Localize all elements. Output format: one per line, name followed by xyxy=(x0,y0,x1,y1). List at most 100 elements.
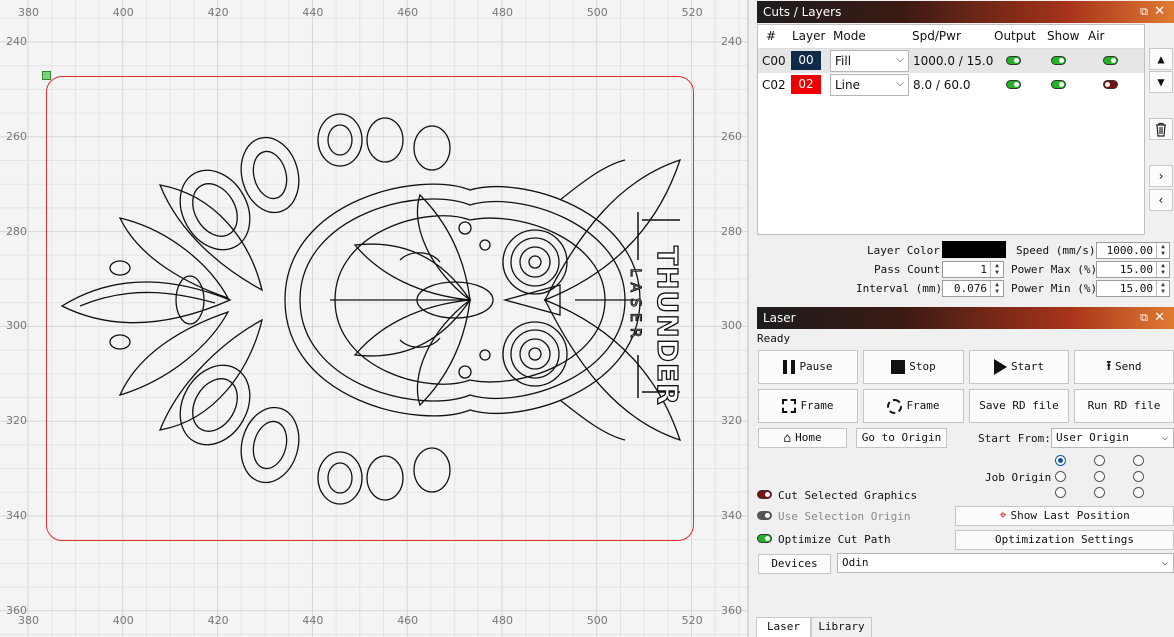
optimization-settings-button[interactable]: Optimization Settings xyxy=(955,530,1174,550)
pause-icon xyxy=(783,360,796,374)
cut-selected-toggle[interactable] xyxy=(757,490,772,499)
close-icon[interactable]: ✕ xyxy=(1154,1,1165,23)
run-rd-label: Run RD file xyxy=(1087,399,1161,412)
layer-number: 00 xyxy=(798,53,814,67)
devices-button[interactable]: Devices xyxy=(758,554,831,574)
air-toggle[interactable] xyxy=(1103,80,1118,89)
power-min-label: Power Min (%) xyxy=(1011,282,1098,295)
spinner-arrows-icon[interactable]: ▲ ▼ xyxy=(1156,262,1169,277)
owl-eyes xyxy=(502,229,568,387)
home-icon: ⌂ xyxy=(783,430,792,446)
start-from-select[interactable]: User Origin ⌵ xyxy=(1051,428,1174,448)
job-origin-radio[interactable] xyxy=(1094,455,1105,466)
job-origin-label: Job Origin xyxy=(985,471,1052,484)
speed-value: 1000.00 xyxy=(1106,244,1153,257)
cuts-table[interactable]: # Layer Mode Spd/Pwr Output Show Air C00… xyxy=(757,24,1145,235)
pause-button[interactable]: Pause xyxy=(758,350,858,384)
air-toggle[interactable] xyxy=(1103,56,1118,65)
use-selection-origin-toggle[interactable] xyxy=(757,511,772,520)
mode-select[interactable]: Line ⌵ xyxy=(830,74,909,96)
frame-circle-button[interactable]: Frame xyxy=(863,389,964,423)
move-up-button[interactable]: ▲ xyxy=(1149,48,1173,70)
start-from-value: User Origin xyxy=(1056,431,1129,444)
output-toggle[interactable] xyxy=(1006,80,1021,89)
power-min-value: 15.00 xyxy=(1119,282,1153,295)
go-to-origin-button[interactable]: Go to Origin xyxy=(856,428,947,448)
job-origin-radio[interactable] xyxy=(1133,471,1144,482)
job-origin-radio[interactable] xyxy=(1055,455,1066,466)
speed-spinner[interactable]: 1000.00 ▲ ▼ xyxy=(1096,242,1170,259)
power-max-spinner[interactable]: 15.00 ▲ ▼ xyxy=(1096,261,1170,278)
right-panel: Cuts / Layers ⧉ ✕ # Layer Mode Spd/Pwr O… xyxy=(747,0,1174,637)
spinner-arrows-icon[interactable]: ▲ ▼ xyxy=(990,281,1003,296)
collapse-left-button[interactable]: ‹ xyxy=(1149,189,1173,211)
layer-color-swatch[interactable] xyxy=(942,241,1006,258)
col-mode: Mode xyxy=(833,29,866,43)
run-rd-button[interactable]: Run RD file xyxy=(1074,389,1174,423)
laser-titlebar: Laser ⧉ ✕ xyxy=(757,307,1174,329)
spinner-arrows-icon[interactable]: ▲ ▼ xyxy=(1156,281,1169,296)
pass-count-label: Pass Count xyxy=(874,263,941,276)
chevron-down-icon: ⌵ xyxy=(1161,557,1168,568)
layer-row-id: C00 xyxy=(762,54,786,68)
layer-number: 02 xyxy=(798,77,814,91)
col-show: Show xyxy=(1047,29,1080,43)
delete-layer-button[interactable] xyxy=(1149,118,1173,140)
save-rd-button[interactable]: Save RD file xyxy=(969,389,1069,423)
layer-swatch[interactable]: 00 xyxy=(791,51,821,70)
job-origin-radio[interactable] xyxy=(1133,455,1144,466)
power-max-label: Power Max (%) xyxy=(1011,263,1098,276)
cut-selected-label: Cut Selected Graphics xyxy=(778,489,918,502)
owl-feathers-left xyxy=(60,113,451,505)
frame-circle-icon xyxy=(887,398,903,414)
show-last-position-button[interactable]: ⌖ Show Last Position xyxy=(955,506,1174,526)
device-select[interactable]: Odin ⌵ xyxy=(837,553,1174,573)
interval-spinner[interactable]: 0.076 ▲ ▼ xyxy=(942,280,1004,297)
layer-row-id: C02 xyxy=(762,78,786,92)
design-canvas[interactable]: 380 380 400 400 420 420 440 440 460 460 480 480 500 5… xyxy=(0,0,747,637)
mode-select[interactable]: Fill ⌵ xyxy=(830,50,909,72)
layer-swatch[interactable]: 02 xyxy=(791,75,821,94)
close-icon[interactable]: ✕ xyxy=(1154,307,1165,329)
tab-library[interactable]: Library xyxy=(811,617,872,637)
trash-icon xyxy=(1156,122,1166,137)
float-icon[interactable]: ⧉ xyxy=(1140,307,1148,329)
stop-label: Stop xyxy=(909,360,936,373)
frame-rect-button[interactable]: Frame xyxy=(758,389,858,423)
send-label: Send xyxy=(1115,360,1142,373)
job-origin-radio[interactable] xyxy=(1094,471,1105,482)
job-origin-radio[interactable] xyxy=(1133,487,1144,498)
job-origin-radio[interactable] xyxy=(1055,471,1066,482)
tab-laser[interactable]: Laser xyxy=(756,617,811,637)
use-selection-origin-label: Use Selection Origin xyxy=(778,510,911,523)
float-icon[interactable]: ⧉ xyxy=(1140,1,1148,23)
move-down-button[interactable]: ▼ xyxy=(1149,71,1173,93)
start-button[interactable]: Start xyxy=(969,350,1069,384)
send-button[interactable]: ⭱ Send xyxy=(1074,350,1174,384)
home-button[interactable]: ⌂ Home xyxy=(758,428,847,448)
layer-row[interactable]: C00 00 Fill ⌵ 1000.0 / 15.0 xyxy=(758,49,1144,73)
optimize-cut-path-toggle[interactable] xyxy=(757,534,772,543)
power-min-spinner[interactable]: 15.00 ▲ ▼ xyxy=(1096,280,1170,297)
thunder-logo-subtitle: LASER xyxy=(627,268,644,344)
start-label: Start xyxy=(1010,360,1045,373)
stop-button[interactable]: Stop xyxy=(863,350,964,384)
spinner-arrows-icon[interactable]: ▲ ▼ xyxy=(990,262,1003,277)
show-toggle[interactable] xyxy=(1051,80,1066,89)
layer-row[interactable]: C02 02 Line ⌵ 8.0 / 60.0 xyxy=(758,73,1144,97)
spinner-arrows-icon[interactable]: ▲ ▼ xyxy=(1156,243,1169,258)
output-toggle[interactable] xyxy=(1006,56,1021,65)
show-toggle[interactable] xyxy=(1051,56,1066,65)
expand-right-button[interactable]: › xyxy=(1149,165,1173,187)
chevron-down-icon: ⌵ xyxy=(896,78,904,89)
spd-pwr-value: 8.0 / 60.0 xyxy=(913,78,971,92)
frame-rect-label: Frame xyxy=(800,399,834,412)
interval-label: Interval (mm) xyxy=(856,282,943,295)
save-rd-label: Save RD file xyxy=(979,399,1059,412)
job-origin-radio[interactable] xyxy=(1055,487,1066,498)
col-output: Output xyxy=(994,29,1036,43)
job-origin-radio[interactable] xyxy=(1094,487,1105,498)
pass-count-spinner[interactable]: 1 ▲ ▼ xyxy=(942,261,1004,278)
chevron-down-icon: ⌵ xyxy=(1161,432,1168,443)
crosshair-icon: ⌖ xyxy=(999,508,1007,523)
